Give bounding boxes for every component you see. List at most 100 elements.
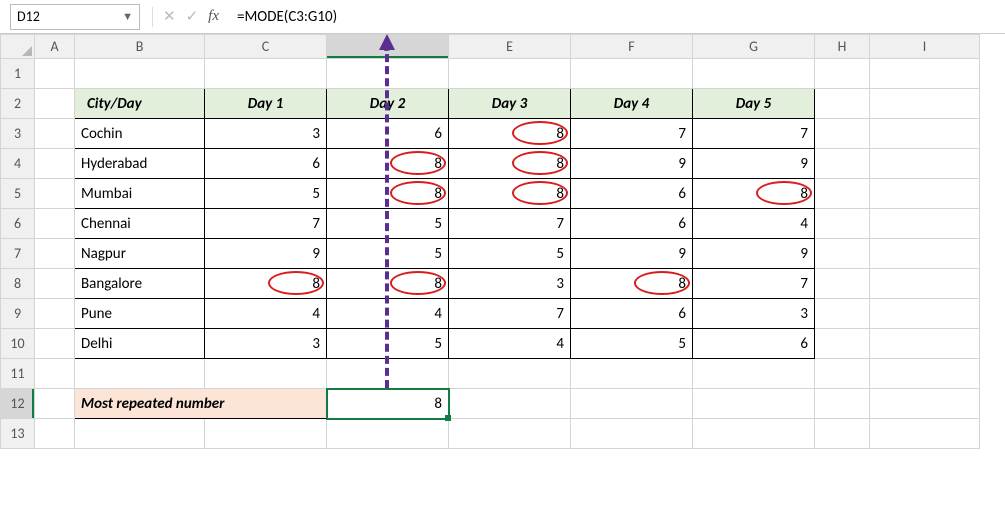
cell[interactable]: 7 [449, 209, 571, 239]
cell[interactable]: 5 [571, 329, 693, 359]
col-header-H[interactable]: H [815, 35, 870, 59]
cell[interactable] [327, 59, 449, 89]
formula-input[interactable] [231, 7, 1005, 27]
result-label-cell[interactable]: Most repeated number [75, 389, 327, 419]
cell[interactable] [870, 419, 980, 449]
cell[interactable]: 8 [205, 269, 327, 299]
row-header-4[interactable]: 4 [1, 149, 35, 179]
cell[interactable]: 8 [693, 179, 815, 209]
cell[interactable] [815, 269, 870, 299]
cell[interactable]: 7 [449, 299, 571, 329]
cell[interactable] [815, 149, 870, 179]
cell[interactable] [815, 209, 870, 239]
cell[interactable]: Day 4 [571, 89, 693, 119]
cell[interactable] [815, 89, 870, 119]
cell[interactable] [35, 389, 75, 419]
cell[interactable] [35, 359, 75, 389]
cell[interactable] [205, 359, 327, 389]
cell[interactable]: 9 [693, 149, 815, 179]
col-header-G[interactable]: G [693, 35, 815, 59]
cell[interactable] [870, 149, 980, 179]
cell[interactable] [870, 299, 980, 329]
cell[interactable] [35, 329, 75, 359]
cell[interactable]: Day 5 [693, 89, 815, 119]
cell[interactable] [571, 419, 693, 449]
cell[interactable]: 7 [693, 119, 815, 149]
cell[interactable] [571, 389, 693, 419]
cell[interactable]: 5 [449, 239, 571, 269]
cell[interactable] [870, 59, 980, 89]
cell[interactable]: Cochin [75, 119, 205, 149]
cell[interactable] [205, 419, 327, 449]
col-header-A[interactable]: A [35, 35, 75, 59]
row-header-9[interactable]: 9 [1, 299, 35, 329]
cell[interactable]: 7 [693, 269, 815, 299]
col-header-D[interactable]: D [327, 35, 449, 59]
cell[interactable]: 3 [205, 329, 327, 359]
col-header-I[interactable]: I [870, 35, 980, 59]
cell[interactable] [815, 419, 870, 449]
cell[interactable] [815, 299, 870, 329]
col-header-B[interactable]: B [75, 35, 205, 59]
cell[interactable] [815, 239, 870, 269]
cell[interactable]: 8 [571, 269, 693, 299]
fx-icon[interactable]: fx [208, 8, 219, 25]
cell[interactable] [870, 179, 980, 209]
cell[interactable]: 5 [327, 329, 449, 359]
cell[interactable]: 9 [205, 239, 327, 269]
cell[interactable] [870, 239, 980, 269]
col-header-F[interactable]: F [571, 35, 693, 59]
row-header-11[interactable]: 11 [1, 359, 35, 389]
selected-cell[interactable]: 8 [327, 389, 449, 419]
cell[interactable] [35, 119, 75, 149]
chevron-down-icon[interactable]: ▼ [122, 10, 133, 23]
cell[interactable] [75, 59, 205, 89]
cell[interactable]: 4 [327, 299, 449, 329]
row-header-7[interactable]: 7 [1, 239, 35, 269]
col-header-E[interactable]: E [449, 35, 571, 59]
cell[interactable]: 8 [327, 179, 449, 209]
cell[interactable]: 6 [571, 179, 693, 209]
cell[interactable]: 4 [205, 299, 327, 329]
cell[interactable] [815, 359, 870, 389]
row-header-5[interactable]: 5 [1, 179, 35, 209]
cell[interactable]: 3 [449, 269, 571, 299]
cell[interactable]: Chennai [75, 209, 205, 239]
cell[interactable] [205, 59, 327, 89]
cell[interactable]: 5 [205, 179, 327, 209]
cell[interactable] [449, 359, 571, 389]
cell[interactable]: 6 [571, 209, 693, 239]
cell[interactable]: Nagpur [75, 239, 205, 269]
cell[interactable]: 7 [205, 209, 327, 239]
row-header-2[interactable]: 2 [1, 89, 35, 119]
row-header-1[interactable]: 1 [1, 59, 35, 89]
cell[interactable] [35, 209, 75, 239]
cell[interactable]: 9 [571, 149, 693, 179]
cell[interactable] [35, 269, 75, 299]
cell[interactable] [815, 329, 870, 359]
cell[interactable]: Delhi [75, 329, 205, 359]
cell[interactable] [870, 329, 980, 359]
confirm-icon[interactable]: ✓ [186, 7, 199, 26]
cell[interactable] [815, 389, 870, 419]
cell[interactable] [449, 419, 571, 449]
row-header-10[interactable]: 10 [1, 329, 35, 359]
cell[interactable] [870, 89, 980, 119]
row-header-13[interactable]: 13 [1, 419, 35, 449]
cell[interactable] [870, 269, 980, 299]
cell[interactable] [35, 89, 75, 119]
cell[interactable]: Bangalore [75, 269, 205, 299]
cell[interactable] [449, 59, 571, 89]
cell[interactable] [693, 59, 815, 89]
cell[interactable] [815, 59, 870, 89]
cell[interactable]: 3 [693, 299, 815, 329]
cancel-icon[interactable]: ✕ [163, 7, 176, 26]
cell[interactable] [815, 119, 870, 149]
cell[interactable] [35, 419, 75, 449]
cell[interactable]: Day 3 [449, 89, 571, 119]
cell[interactable]: 6 [693, 329, 815, 359]
cell[interactable]: Mumbai [75, 179, 205, 209]
cell[interactable] [327, 419, 449, 449]
cell[interactable] [870, 209, 980, 239]
cell[interactable] [693, 419, 815, 449]
